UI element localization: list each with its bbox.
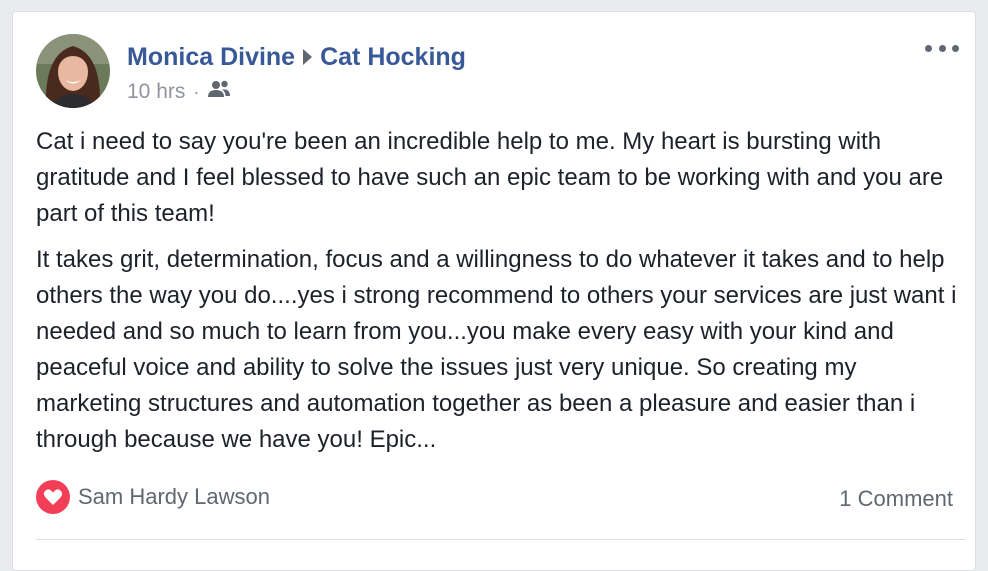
more-options-icon[interactable] bbox=[925, 38, 959, 58]
reactor-name: Sam Hardy Lawson bbox=[78, 484, 270, 509]
post-meta: 10 hrs · bbox=[127, 78, 231, 106]
timestamp-link[interactable]: 10 hrs bbox=[127, 80, 185, 104]
heart-icon bbox=[36, 480, 70, 514]
more-dot bbox=[952, 44, 959, 52]
author-name-link[interactable]: Monica Divine bbox=[127, 43, 295, 72]
avatar-photo bbox=[36, 34, 110, 108]
post-header: Monica Divine Cat Hocking bbox=[127, 40, 466, 74]
author-avatar[interactable] bbox=[36, 34, 110, 108]
target-name-link[interactable]: Cat Hocking bbox=[320, 43, 466, 72]
friends-icon[interactable] bbox=[207, 79, 231, 105]
footer-divider bbox=[36, 539, 965, 540]
post-paragraph: Cat i need to say you're been an incredi… bbox=[36, 128, 944, 227]
post-body: Cat i need to say you're been an incredi… bbox=[36, 124, 966, 468]
post-card: Monica Divine Cat Hocking 10 hrs · Cat i… bbox=[12, 11, 976, 571]
more-dot bbox=[925, 44, 932, 52]
comments-count-link[interactable]: 1 Comment bbox=[839, 486, 953, 512]
arrow-right-icon bbox=[303, 49, 313, 65]
more-dot bbox=[938, 44, 946, 52]
reactions-summary[interactable]: Sam Hardy Lawson bbox=[36, 479, 270, 515]
meta-separator: · bbox=[193, 81, 200, 102]
post-paragraph: It takes grit, determination, focus and … bbox=[36, 246, 957, 453]
